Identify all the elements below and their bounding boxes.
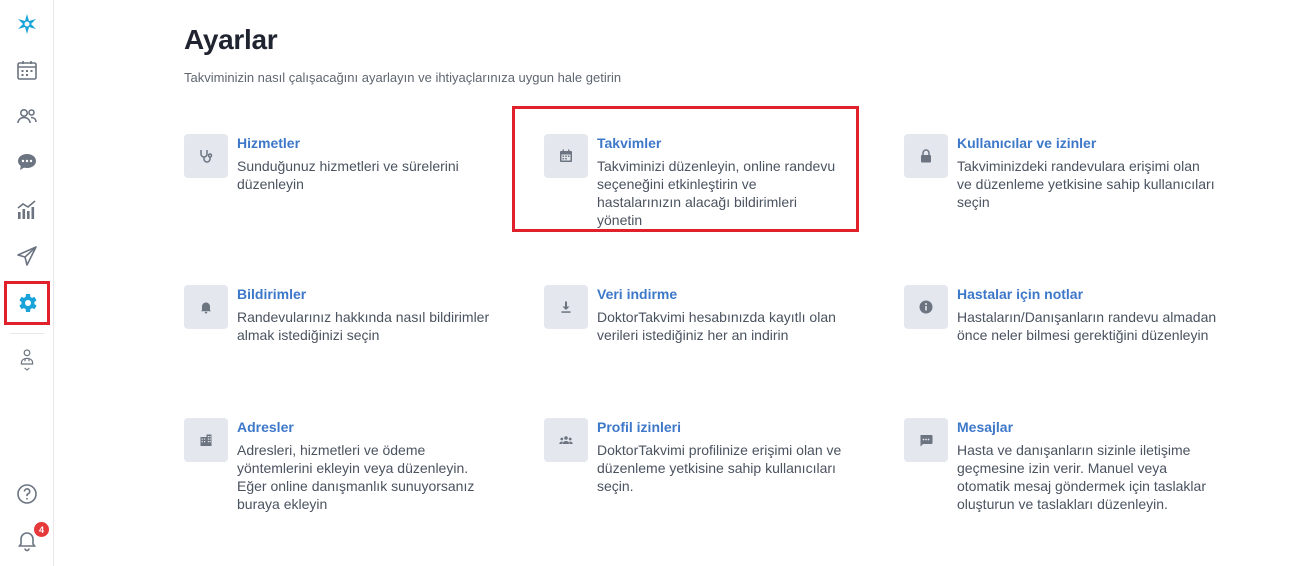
sidebar-item-patients[interactable] [7,96,47,136]
message-icon [920,435,933,447]
card-mesajlar[interactable]: Mesajlar Hasta ve danışanların sizinle i… [904,418,1234,513]
chart-icon [17,200,36,219]
card-description: DoktorTakvimi profilinize erişimi olan v… [597,442,842,494]
card-title[interactable]: Takvimler [597,135,842,151]
bell-icon [201,302,211,314]
notification-count-badge: 4 [34,522,49,537]
card-description: Sunduğunuz hizmetleri ve sürelerini düze… [237,158,459,192]
card-icon-box [544,134,588,178]
sidebar-item-calendar[interactable] [7,50,47,90]
calendar-icon [17,61,37,80]
help-button[interactable] [7,474,47,514]
page-subtitle: Takviminizin nasıl çalışacağını ayarlayı… [184,70,622,85]
building-icon [200,434,212,446]
card-description: DoktorTakvimi hesabınızda kayıtlı olan v… [597,309,836,343]
sidebar-item-messages[interactable] [7,142,47,182]
card-icon-box [184,134,228,178]
calendar-icon [560,149,572,162]
card-takvimler[interactable]: Takvimler Takviminizi düzenleyin, online… [544,134,874,229]
card-title[interactable]: Mesajlar [957,419,1217,435]
send-icon [17,246,37,266]
card-description: Randevularınız hakkında nasıl bildirimle… [237,309,490,343]
card-icon-box [184,418,228,462]
card-title[interactable]: Hizmetler [237,135,467,151]
card-hizmetler[interactable]: Hizmetler Sunduğunuz hizmetleri ve sürel… [184,134,514,193]
page-title: Ayarlar [184,24,278,55]
card-description: Takviminizi düzenleyin, online randevu s… [597,158,836,228]
card-title[interactable]: Bildirimler [237,286,492,302]
card-icon-box [544,285,588,329]
card-icon-box [184,285,228,329]
card-veri-indirme[interactable]: Veri indirme DoktorTakvimi hesabınızda k… [544,285,874,344]
users-icon [17,109,37,124]
card-icon-box [904,285,948,329]
sidebar-item-campaigns[interactable] [7,236,47,276]
card-title[interactable]: Veri indirme [597,286,842,302]
group-icon [559,436,573,444]
card-title[interactable]: Adresler [237,419,497,435]
notifications-button[interactable]: 4 [7,520,49,560]
help-icon [17,484,37,504]
card-icon-box [544,418,588,462]
stethoscope-icon [200,150,213,163]
card-icon-box [904,134,948,178]
card-title[interactable]: Hastalar için notlar [957,286,1217,302]
card-bildirimler[interactable]: Bildirimler Randevularınız hakkında nası… [184,285,514,344]
card-profil-izinleri[interactable]: Profil izinleri DoktorTakvimi profiliniz… [544,418,874,495]
card-description: Hasta ve danışanların sizinle iletişime … [957,442,1206,512]
sidebar-item-statistics[interactable] [7,190,47,230]
app: 4 Ayarlar Takviminizin nasıl çalışacağın… [0,0,1304,566]
chat-icon [18,154,36,170]
card-hastalar-icin-notlar[interactable]: Hastalar için notlar Hastaların/Danışanl… [904,285,1234,344]
sidebar-divider [10,333,44,334]
info-icon [919,300,933,314]
logo[interactable] [7,4,47,44]
doctor-icon [20,349,34,371]
card-title[interactable]: Profil izinleri [597,419,847,435]
card-description: Takviminizdeki randevulara erişimi olan … [957,158,1215,210]
download-icon [561,301,571,313]
card-icon-box [904,418,948,462]
star-logo-icon [18,14,36,34]
card-kullanicilar[interactable]: Kullanıcılar ve izinler Takviminizdeki r… [904,134,1234,211]
card-description: Adresleri, hizmetleri ve ödeme yöntemler… [237,442,475,512]
sidebar: 4 [0,0,54,566]
card-description: Hastaların/Danışanların randevu almadan … [957,309,1217,343]
card-adresler[interactable]: Adresler Adresleri, hizmetleri ve ödeme … [184,418,514,513]
gear-icon [19,294,37,312]
sidebar-item-settings[interactable] [4,281,50,325]
card-title[interactable]: Kullanıcılar ve izinler [957,135,1217,151]
sidebar-item-doctor-profile[interactable] [7,340,47,380]
lock-icon [921,149,931,163]
